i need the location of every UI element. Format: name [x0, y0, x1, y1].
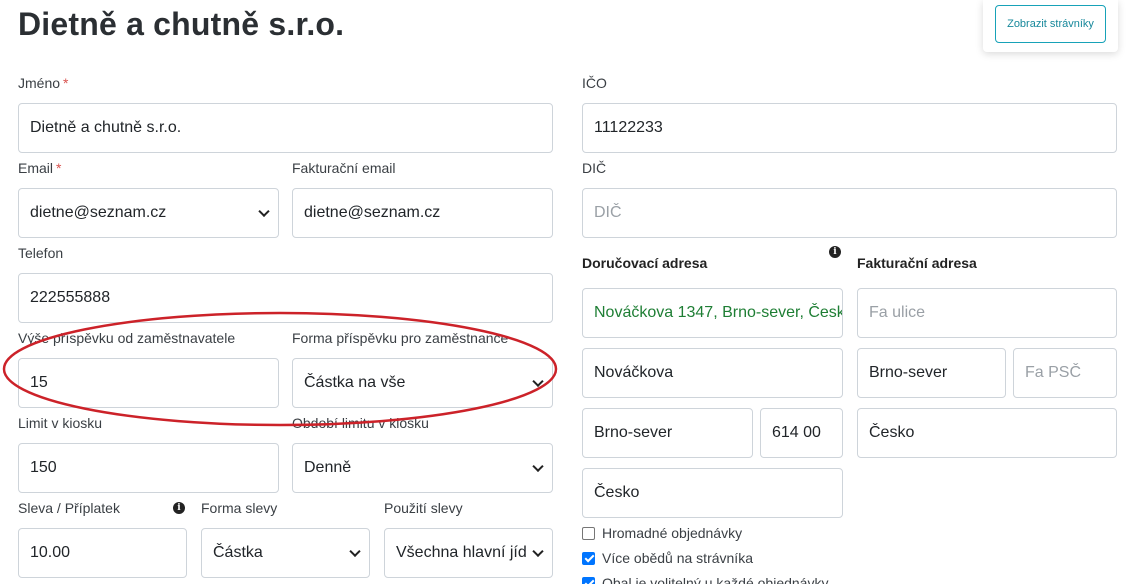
delivery-city-input[interactable]: Brno-sever — [582, 408, 753, 458]
chevron-down-icon — [532, 375, 544, 388]
ico-input[interactable]: 11122233 — [582, 103, 1117, 153]
email-label: Email * — [18, 160, 62, 176]
name-label: Jméno * — [18, 75, 69, 91]
kiosk-limit-input[interactable]: 150 — [18, 443, 279, 493]
chevron-down-icon — [532, 460, 544, 473]
delivery-zip-input[interactable]: 614 00 — [760, 408, 843, 458]
discount-form-select[interactable]: Částka — [201, 528, 370, 578]
billing-email-label: Fakturační email — [292, 160, 396, 176]
discount-usage-value: Všechna hlavní jíd — [396, 544, 527, 561]
kiosk-limit-label: Limit v kiosku — [18, 415, 103, 431]
phone-input[interactable]: 222555888 — [18, 273, 553, 323]
kiosk-limit-period-label: Období limitu v kiosku — [292, 415, 429, 431]
floating-action-card: Zobrazit strávníky — [983, 0, 1118, 52]
chevron-down-icon — [349, 545, 361, 558]
optional-packaging-checkbox-row[interactable]: Obal je volitelný u každé objednávky — [582, 575, 828, 584]
billing-zip-input[interactable]: Fa PSČ — [1013, 348, 1117, 398]
contribution-form-select[interactable]: Částka na vše — [292, 358, 553, 408]
discount-usage-label: Použití slevy — [384, 500, 463, 516]
delivery-street-input[interactable]: Nováčkova — [582, 348, 843, 398]
contribution-form-label: Forma příspěvku pro zaměstnance — [292, 330, 509, 346]
multiple-lunches-checkbox-row[interactable]: Více obědů na strávníka — [582, 550, 753, 566]
discount-form-value: Částka — [213, 544, 263, 561]
info-icon[interactable]: i — [829, 246, 841, 258]
chevron-down-icon — [532, 545, 544, 558]
bulk-orders-label: Hromadné objednávky — [602, 525, 743, 541]
multiple-lunches-label: Více obědů na strávníka — [602, 550, 753, 566]
billing-address-heading: Fakturační adresa — [857, 255, 977, 271]
bulk-orders-checkbox-row[interactable]: Hromadné objednávky — [582, 525, 742, 541]
optional-packaging-checkbox[interactable] — [582, 576, 595, 584]
billing-email-input[interactable]: dietne@seznam.cz — [292, 188, 553, 238]
bulk-orders-checkbox[interactable] — [582, 526, 595, 540]
billing-city-input[interactable]: Brno-sever — [857, 348, 1006, 398]
dic-label: DIČ — [582, 160, 607, 176]
email-select-value: dietne@seznam.cz — [30, 204, 167, 221]
show-diners-button[interactable]: Zobrazit strávníky — [995, 5, 1106, 43]
chevron-down-icon — [258, 205, 270, 218]
ico-label: IČO — [582, 75, 607, 91]
name-input[interactable]: Dietně a chutně s.r.o. — [18, 103, 553, 153]
page-title: Dietně a chutně s.r.o. — [18, 6, 345, 42]
delivery-country-input[interactable]: Česko — [582, 468, 843, 518]
phone-label: Telefon — [18, 245, 64, 261]
multiple-lunches-checkbox[interactable] — [582, 551, 595, 565]
delivery-address-search-input[interactable]: Nováčkova 1347, Brno-sever, Česko — [582, 288, 843, 338]
kiosk-limit-period-select[interactable]: Denně — [292, 443, 553, 493]
dic-input[interactable]: DIČ — [582, 188, 1117, 238]
info-icon[interactable]: i — [173, 502, 185, 514]
discount-input[interactable]: 10.00 — [18, 528, 187, 578]
discount-usage-select[interactable]: Všechna hlavní jíd — [384, 528, 553, 578]
email-select[interactable]: dietne@seznam.cz — [18, 188, 279, 238]
optional-packaging-label: Obal je volitelný u každé objednávky — [602, 575, 829, 584]
discount-label: Sleva / Příplatek — [18, 500, 120, 516]
kiosk-limit-period-value: Denně — [304, 459, 352, 476]
billing-country-input[interactable]: Česko — [857, 408, 1117, 458]
employer-contribution-input[interactable]: 15 — [18, 358, 279, 408]
discount-form-label: Forma slevy — [201, 500, 278, 516]
delivery-address-heading: Doručovací adresa — [582, 255, 708, 271]
contribution-form-value: Částka na vše — [304, 374, 406, 391]
billing-street-input[interactable]: Fa ulice — [857, 288, 1117, 338]
employer-contribution-label: Výše příspěvku od zaměstnavatele — [18, 330, 236, 346]
